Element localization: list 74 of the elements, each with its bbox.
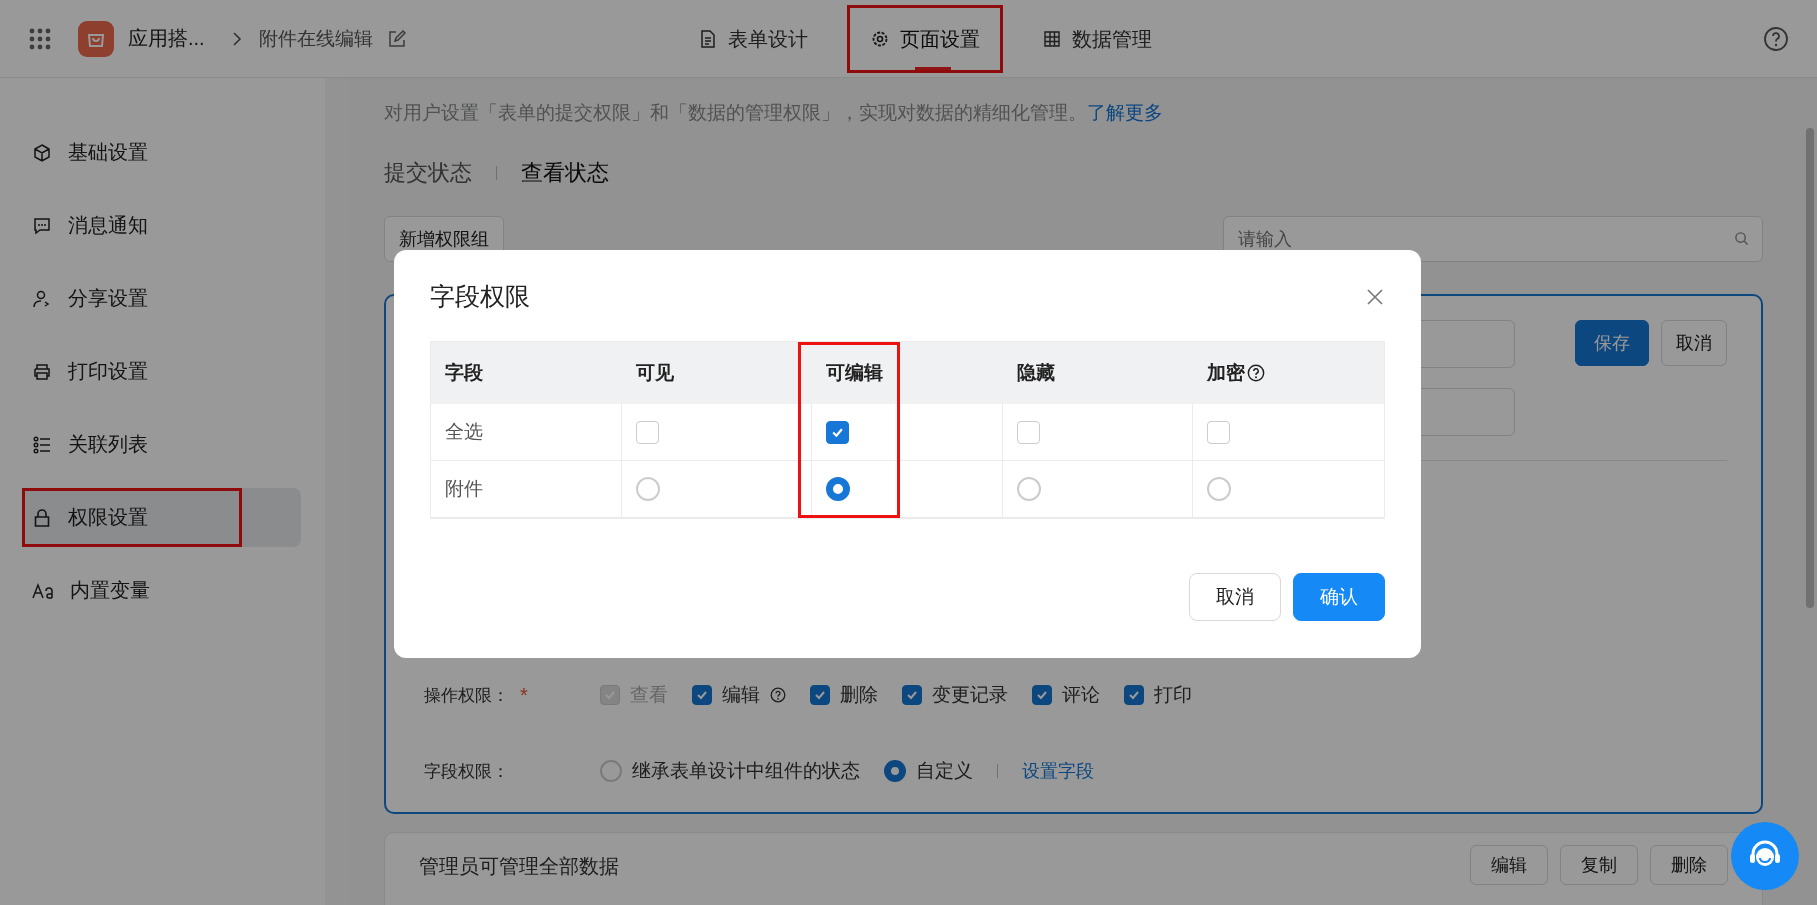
close-icon[interactable]	[1365, 286, 1385, 307]
cancel-button[interactable]: 取消	[1661, 320, 1727, 366]
edit-icon[interactable]	[386, 28, 407, 49]
required-mark: *	[520, 683, 528, 707]
app-name[interactable]: 应用搭...	[128, 25, 205, 52]
radio-button[interactable]	[1016, 477, 1041, 501]
radio-button[interactable]	[635, 477, 660, 501]
set-fields-link[interactable]: 设置字段	[1022, 759, 1094, 783]
top-tab[interactable]: 数据管理	[1019, 5, 1175, 73]
printer-icon	[32, 361, 52, 382]
column-header: 隐藏	[1002, 342, 1194, 404]
permission-checkbox[interactable]: 变更记录	[902, 682, 1008, 708]
radio-button[interactable]	[826, 477, 851, 501]
sidebar-item[interactable]: 内置变量	[24, 561, 301, 620]
sidebar-item[interactable]: 打印设置	[24, 342, 301, 401]
check-icon	[1036, 689, 1048, 701]
search-icon	[1734, 231, 1749, 246]
cube-icon	[32, 142, 52, 163]
table-cell: 全选	[431, 404, 622, 461]
user-share-icon	[32, 288, 52, 309]
check-icon	[696, 689, 708, 701]
checkbox[interactable]	[1016, 420, 1040, 444]
learn-more-link[interactable]: 了解更多	[1087, 102, 1163, 123]
column-header: 字段	[431, 342, 622, 404]
permission-checkbox[interactable]: 删除	[810, 682, 878, 708]
checkbox[interactable]	[1207, 420, 1231, 444]
settings-icon	[870, 29, 890, 49]
card-action-button[interactable]: 复制	[1560, 845, 1638, 885]
radio-button[interactable]	[1207, 477, 1232, 501]
status-tab[interactable]: 查看状态	[521, 158, 609, 188]
checkbox[interactable]	[635, 420, 659, 444]
check-icon	[906, 689, 918, 701]
check-icon	[814, 689, 826, 701]
apps-grid-icon[interactable]	[28, 26, 52, 51]
list-icon	[32, 434, 52, 455]
search-field[interactable]: 请输入	[1223, 216, 1763, 262]
permission-radio[interactable]: 继承表单设计中组件的状态	[600, 758, 860, 784]
confirm-button[interactable]: 确认	[1293, 573, 1385, 621]
chat-icon	[32, 215, 52, 236]
dialog-title: 字段权限	[430, 281, 530, 312]
field-label: 操作权限：	[424, 684, 510, 707]
description-text: 对用户设置「表单的提交权限」和「数据的管理权限」，实现对数据的精细化管理。了解更多	[384, 101, 1164, 125]
permission-checkbox[interactable]: 评论	[1032, 682, 1100, 708]
card-action-button[interactable]: 编辑	[1470, 845, 1548, 885]
top-tab[interactable]: 页面设置	[847, 5, 1003, 73]
app-logo-icon[interactable]	[78, 20, 114, 57]
sidebar-item[interactable]: 权限设置	[24, 488, 301, 547]
check-icon	[1128, 689, 1140, 701]
sidebar-item[interactable]: 消息通知	[24, 196, 301, 255]
help-icon[interactable]	[1247, 364, 1266, 382]
permission-checkbox[interactable]: 打印	[1124, 682, 1192, 708]
save-button[interactable]: 保存	[1575, 320, 1649, 366]
document-icon	[698, 29, 718, 49]
sidebar-item[interactable]: 分享设置	[24, 269, 301, 328]
cancel-button[interactable]: 取消	[1189, 573, 1281, 621]
column-header: 加密	[1193, 342, 1384, 404]
scrollbar-thumb[interactable]	[1806, 128, 1814, 608]
column-header: 可见	[621, 342, 813, 404]
lock-icon	[32, 507, 52, 528]
permission-checkbox[interactable]: 编辑	[692, 682, 786, 708]
sidebar-item[interactable]: 关联列表	[24, 415, 301, 474]
group-title: 管理员可管理全部数据	[419, 854, 619, 879]
checkbox[interactable]	[826, 420, 850, 444]
table-cell: 附件	[431, 461, 622, 518]
help-icon[interactable]	[770, 687, 786, 703]
column-header: 可编辑	[812, 342, 1003, 404]
status-tab[interactable]: 提交状态	[384, 158, 472, 188]
sidebar-item[interactable]: 基础设置	[24, 123, 301, 182]
page-name: 附件在线编辑	[258, 26, 373, 51]
field-label: 字段权限：	[424, 760, 510, 783]
permission-radio[interactable]: 自定义	[884, 758, 973, 784]
top-tab[interactable]: 表单设计	[675, 5, 831, 73]
table-icon	[1042, 29, 1062, 49]
card-action-button[interactable]: 删除	[1650, 845, 1728, 885]
